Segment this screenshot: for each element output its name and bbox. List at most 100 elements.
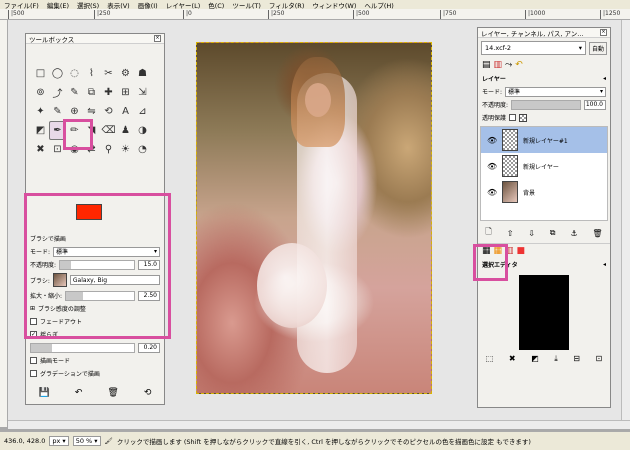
close-icon[interactable]: × [600,29,607,36]
tool-icon[interactable]: ✚ [100,83,117,102]
restore-icon[interactable]: ↶ [75,388,83,398]
tab-layers[interactable]: ▤ [482,60,491,70]
horizontal-scrollbar[interactable] [8,420,630,429]
tab-paths[interactable]: ⤳ [505,60,512,70]
jitter-value[interactable]: 0.20 [138,342,160,353]
menu-colors[interactable]: 色(C) [208,0,224,10]
eye-icon[interactable]: 👁 [487,136,497,145]
invert-icon[interactable]: ◩ [531,354,539,364]
tool-icon[interactable]: ⟲ [100,102,117,121]
tool-icon[interactable]: ⇋ [83,102,100,121]
tool-icon[interactable]: ⊕ [66,102,83,121]
tool-icon[interactable]: ⚲ [100,140,117,159]
layer-item[interactable]: 👁 新規レイヤー [481,153,607,179]
select-none-icon[interactable]: ✖ [509,354,516,364]
tool-icon[interactable]: ◉ [66,140,83,159]
incremental-checkbox[interactable] [30,357,37,364]
jitter-checkbox[interactable]: ✓ [30,331,37,338]
layer-item[interactable]: 👁 新規レイヤー#1 [481,127,607,153]
delete-layer-icon[interactable]: 🗑 [592,229,602,238]
tool-icon[interactable]: ◯ [49,64,66,83]
expand-icon[interactable]: ⊞ [30,305,35,312]
menu-select[interactable]: 選択(S) [77,0,99,10]
tool-icon[interactable]: ✏ [66,121,83,140]
tool-icon[interactable]: ⇄ [83,140,100,159]
auto-button[interactable]: 自動 [588,41,607,55]
layer-item[interactable]: 👁 背景 [481,179,607,205]
menu-view[interactable]: 表示(V) [107,0,130,10]
tool-icon[interactable]: ◔ [134,140,151,159]
vertical-scrollbar[interactable] [621,20,630,420]
opacity-value[interactable]: 15.0 [138,259,160,270]
lock-alpha-checkbox[interactable] [509,114,517,121]
layer-name[interactable]: 新規レイヤー#1 [523,136,568,145]
tab-gradients[interactable]: ▥ [505,246,514,256]
layer-mode-select[interactable]: 標準 ▾ [505,86,606,97]
tab-palettes[interactable]: ■ [517,246,526,256]
tool-icon[interactable]: ✎ [49,102,66,121]
tool-icon[interactable]: ◩ [32,121,49,140]
reset-icon[interactable]: ⟲ [144,388,152,398]
tool-icon[interactable]: ⧉ [83,83,100,102]
tab-channels[interactable]: ▥ [494,60,503,70]
scale-value[interactable]: 2.50 [138,290,160,301]
to-path-icon[interactable]: ⤓ [554,354,558,364]
anchor-layer-icon[interactable]: ⚓ [570,229,577,238]
panel-menu-icon[interactable]: ◂ [603,75,606,82]
delete-icon[interactable]: 🗑 [107,388,118,398]
tool-icon[interactable]: ⤴ [49,83,66,102]
tool-icon[interactable]: ⇲ [134,83,151,102]
layer-name[interactable]: 背景 [523,188,535,197]
menu-help[interactable]: ヘルプ(H) [364,0,393,10]
tool-icon[interactable]: ⊚ [32,83,49,102]
menu-file[interactable]: ファイル(F) [4,0,39,10]
opacity-slider[interactable] [59,259,135,270]
stroke-icon[interactable]: ⊟ [573,354,580,364]
fade-checkbox[interactable] [30,318,37,325]
panel-menu-icon[interactable]: ◂ [603,261,606,268]
raise-layer-icon[interactable]: ⇧ [507,229,514,238]
menu-image[interactable]: 画像(I) [138,0,158,10]
duplicate-layer-icon[interactable]: ⧉ [550,228,556,238]
menu-tools[interactable]: ツール(T) [232,0,261,10]
close-icon[interactable]: × [154,35,161,42]
tool-icon[interactable]: ⊞ [117,83,134,102]
tab-brushes[interactable]: ▦ [482,246,491,256]
layer-opacity-slider[interactable] [511,99,581,110]
image-canvas[interactable] [196,42,432,394]
save-icon[interactable]: 💾 [39,388,50,398]
select-all-icon[interactable]: ⬚ [486,354,494,364]
menu-windows[interactable]: ウィンドウ(W) [312,0,356,10]
record-icon[interactable]: ⊡ [596,354,603,364]
gradient-checkbox[interactable] [30,370,37,377]
tool-icon[interactable]: ⊿ [134,102,151,121]
tab-patterns[interactable]: ▦ [494,246,503,256]
foreground-color[interactable] [76,204,102,220]
tool-icon[interactable]: ⌫ [100,121,117,140]
image-select[interactable]: 14.xcf-2 ▾ [481,41,586,55]
layer-opacity-value[interactable]: 100.0 [584,99,606,110]
unit-select[interactable]: px ▾ [49,436,69,446]
layer-name[interactable]: 新規レイヤー [523,162,559,171]
tool-icon[interactable]: ✎ [66,83,83,102]
eye-icon[interactable]: 👁 [487,188,497,197]
brush-select[interactable]: Galaxy, Big [69,275,160,285]
mode-select[interactable]: 標準 ▾ [53,246,160,257]
lower-layer-icon[interactable]: ⇩ [528,229,535,238]
paintbrush-tool-icon[interactable]: ✒ [49,121,66,140]
scale-slider[interactable] [65,290,135,301]
tool-icon[interactable]: ☀ [117,140,134,159]
tool-icon[interactable]: ⚙ [117,64,134,83]
new-layer-icon[interactable]: 🗋 [485,226,491,240]
eye-icon[interactable]: 👁 [487,162,497,171]
tab-undo[interactable]: ↶ [515,60,523,70]
tool-icon[interactable]: ✂ [100,64,117,83]
tool-icon[interactable]: ⊡ [49,140,66,159]
tool-icon[interactable]: □ [32,64,49,83]
jitter-slider[interactable] [30,342,135,353]
tool-icon[interactable]: ◑ [134,121,151,140]
brush-preview-icon[interactable] [52,273,67,287]
tool-icon[interactable]: ✖ [32,140,49,159]
menu-edit[interactable]: 編集(E) [47,0,69,10]
tool-icon[interactable]: ✦ [32,102,49,121]
